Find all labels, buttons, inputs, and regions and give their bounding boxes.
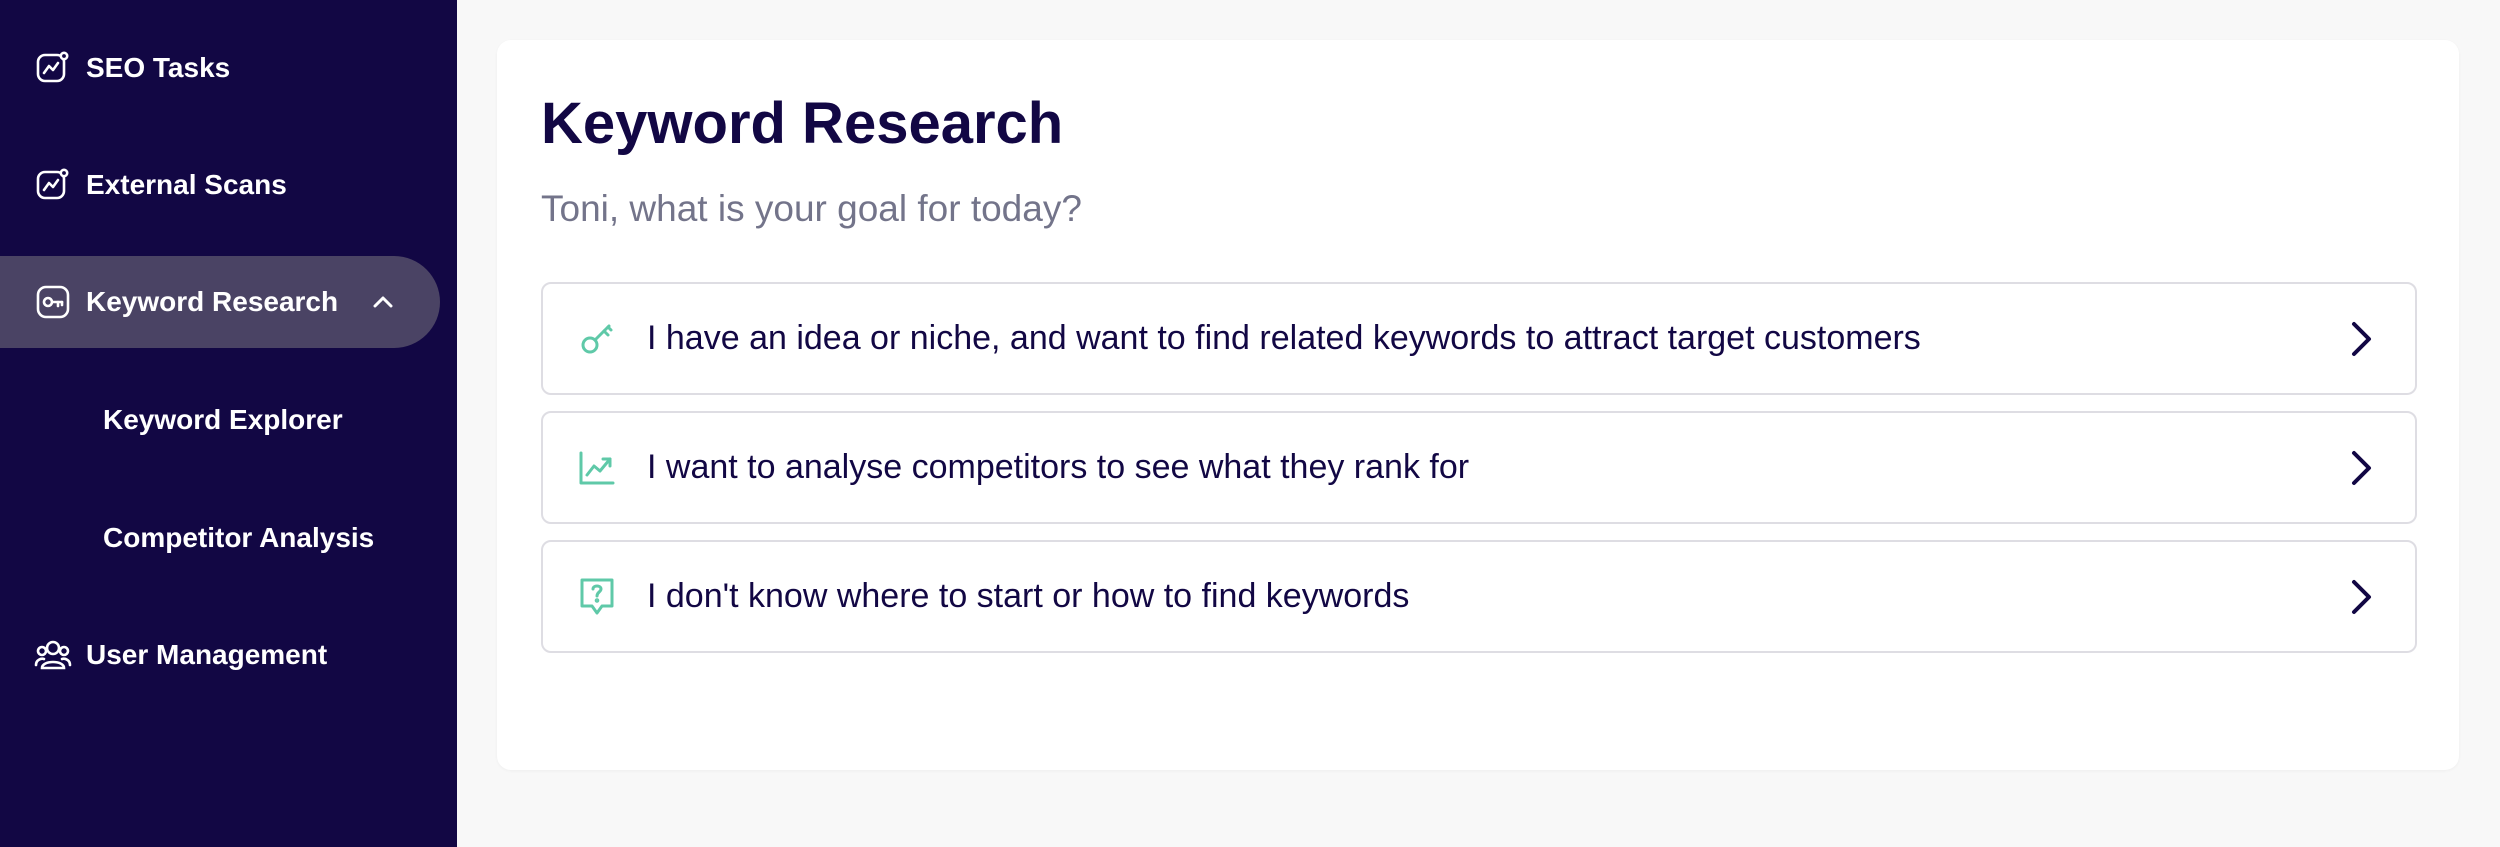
goal-option-label: I have an idea or niche, and want to fin… [647, 319, 1921, 357]
chevron-up-icon[interactable] [368, 287, 398, 317]
goal-card: Keyword Research Toni, what is your goal… [497, 40, 2459, 770]
chart-up-icon [575, 446, 619, 490]
sidebar-subitem-label: Keyword Explorer [103, 404, 343, 435]
page-subtitle: Toni, what is your goal for today? [541, 188, 1082, 229]
key-card-icon [34, 283, 72, 321]
goal-option-label: I want to analyse competitors to see wha… [647, 448, 1470, 486]
sidebar-subitem-keyword-explorer[interactable]: Keyword Explorer [103, 390, 343, 450]
sidebar-item-external-scans[interactable]: External Scans [0, 139, 440, 231]
sidebar-item-user-management[interactable]: User Management [0, 609, 440, 701]
goal-option-label: I don't know where to start or how to fi… [647, 577, 1410, 615]
sidebar-item-keyword-research[interactable]: Keyword Research [0, 256, 440, 348]
goal-option-analyse-competitors[interactable]: I want to analyse competitors to see wha… [541, 411, 2417, 524]
sidebar-subitem-label: Competitor Analysis [103, 522, 375, 553]
sidebar-item-label: Keyword Research [86, 286, 339, 317]
sidebar-item-label: User Management [86, 639, 328, 670]
page-title: Keyword Research [541, 91, 1064, 156]
sidebar-item-seo-tasks[interactable]: SEO Tasks [0, 22, 440, 114]
trend-card-icon [34, 49, 72, 87]
sidebar: SEO Tasks External Scans Keyword Researc… [0, 0, 457, 847]
question-bubble-icon [575, 575, 619, 619]
sidebar-item-label: SEO Tasks [86, 52, 231, 83]
main-content: Keyword Research Toni, what is your goal… [457, 0, 2500, 847]
goal-option-dont-know[interactable]: I don't know where to start or how to fi… [541, 540, 2417, 653]
sidebar-subitem-competitor-analysis[interactable]: Competitor Analysis [103, 508, 374, 568]
goal-option-idea-niche[interactable]: I have an idea or niche, and want to fin… [541, 282, 2417, 395]
key-icon [575, 317, 619, 361]
app: SEO Tasks External Scans Keyword Researc… [0, 0, 2500, 847]
chevron-right-icon [2341, 577, 2381, 617]
chevron-right-icon [2341, 448, 2381, 488]
chevron-right-icon [2341, 319, 2381, 359]
users-icon [34, 636, 72, 674]
trend-card-icon [34, 166, 72, 204]
sidebar-item-label: External Scans [86, 169, 287, 200]
